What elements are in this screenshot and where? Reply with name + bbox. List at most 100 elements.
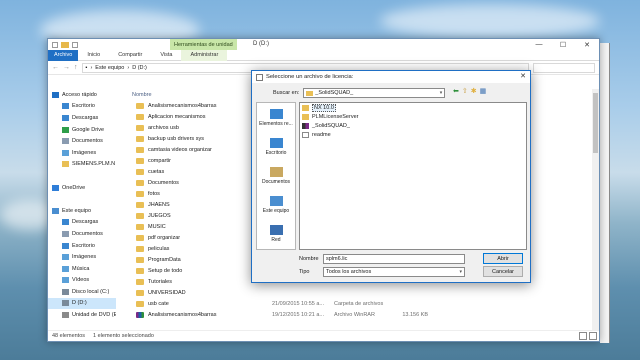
file-name: UNIVERSIDAD [148,290,186,297]
nav-item-label: Escritorio [72,242,95,249]
close-icon[interactable]: ✕ [520,72,526,80]
images-icon [62,254,69,261]
license-file-dialog: Seleccione un archivo de licencia: ✕ Bus… [251,70,531,283]
file-name-input[interactable]: splm6.lic [323,254,465,264]
nav-item[interactable]: Acceso rápido [48,89,116,101]
details-view-icon[interactable] [579,332,587,340]
tab-compartir[interactable]: Compartir [109,50,151,61]
file-name: pdf organizar [148,235,181,242]
place-label: Red [271,236,281,243]
dialog-list-item[interactable]: PLMLicenseServer [300,112,526,121]
nav-item [48,193,116,205]
forward-arrow-icon[interactable]: → [63,64,70,71]
drive-icon [62,288,69,295]
dialog-item-label: readme [312,131,331,138]
download-icon [62,114,69,121]
drive-tools-context-tab[interactable]: Herramientas de unidad [170,39,237,50]
up-folder-icon[interactable]: ⇧ [462,88,468,96]
save-icon[interactable] [52,41,58,48]
nav-item[interactable]: OneDrive [48,182,116,194]
place-desktop[interactable]: Escritorio [257,132,295,161]
item-count: 48 elementos [52,333,86,339]
network-icon [269,224,283,235]
nav-item[interactable]: Imágenes [48,147,116,159]
look-in-select[interactable]: _SolidSQUAD_ ▾ [303,88,446,98]
onedrive-icon [52,184,59,191]
file-row[interactable]: UNIVERSIDAD [128,288,598,299]
recent-icon [269,108,283,119]
chevron-down-icon: ▾ [439,90,443,96]
folder-icon [136,157,144,164]
tab-archivo[interactable]: Archivo [48,49,79,61]
place-documents[interactable]: Documentos [257,161,295,190]
nav-item-label: Escritorio [72,103,95,110]
up-arrow-icon[interactable]: ↑ [74,64,78,71]
computer-icon: ▪ [85,64,88,71]
back-arrow-icon[interactable]: ⬅ [453,88,459,96]
folder-icon [136,201,144,208]
cancel-button[interactable]: Cancelar [483,266,523,277]
file-name: fotos [148,190,160,197]
view-menu-icon[interactable]: ▦ [480,88,487,96]
dialog-list-item[interactable]: _SolidSQUAD_ [300,121,526,130]
file-date: 21/09/2015 10:55 a... [272,301,324,308]
open-button[interactable]: Abrir [483,253,523,264]
nav-item[interactable]: Escritorio [48,101,116,113]
file-row[interactable]: Analisismecanismos4barras 19/12/2015 10:2… [128,310,598,321]
nav-item[interactable]: Descargas [48,112,116,124]
dialog-list-item[interactable]: readme [300,130,526,139]
place-network[interactable]: Red [257,219,295,248]
nav-item[interactable]: Documentos [48,135,116,147]
nav-item[interactable]: Imágenes [48,251,116,263]
folder-icon [62,161,69,168]
navigation-pane: Acceso rápido Escritorio Descargas Google D… [48,89,116,323]
minimize-icon[interactable]: — [527,39,551,50]
dialog-titlebar: Seleccione un archivo de licencia: [252,71,530,83]
view-toggle [579,332,597,340]
dialog-item-label: _SolidSQUAD_ [312,122,350,129]
dialog-list-item[interactable]: NX 10.0 [300,103,526,112]
nav-item[interactable]: SIEMENS.PLM.N [48,159,116,171]
breadcrumb-este-equipo[interactable]: Este equipo [95,65,124,71]
file-name: camtasia videos organizar [148,146,212,153]
large-icons-view-icon[interactable] [589,332,597,340]
folder-icon[interactable] [61,41,69,48]
nav-item-label: Música [72,265,90,272]
nav-item[interactable]: Este equipo [48,205,116,217]
tab-vista[interactable]: Vista [151,50,181,61]
nav-item[interactable]: Descargas [48,217,116,229]
dialog-title: Seleccione un archivo de licencia: [266,74,354,80]
nav-item-label: Este equipo [62,207,92,214]
file-row[interactable]: usb cate 21/09/2015 10:55 a... Carpeta de … [128,299,598,310]
window-title: D (D:) [253,41,269,47]
explorer-scrollbar[interactable] [592,89,599,332]
close-icon[interactable]: ✕ [575,39,599,50]
nav-item[interactable]: Disco local (C:) [48,286,116,298]
status-bar: 48 elementos 1 elemento seleccionado [48,330,599,341]
properties-icon[interactable] [72,41,78,48]
back-arrow-icon[interactable]: ← [52,64,59,71]
new-folder-icon[interactable]: ✱ [471,88,477,96]
nav-item[interactable]: Google Drive [48,124,116,136]
breadcrumb-separator: › [127,64,130,71]
maximize-icon[interactable]: ☐ [551,39,575,50]
nav-item[interactable]: Vídeos [48,275,116,287]
nav-item[interactable]: Unidad de DVD (E [48,309,116,321]
file-name: usb cate [148,301,169,308]
dialog-item-label: PLMLicenseServer [312,113,359,120]
nav-item[interactable]: D (D:) [48,297,116,310]
file-name: Tutoriales [148,279,172,286]
nav-item[interactable]: Música [48,263,116,275]
folder-icon [136,124,144,131]
tab-administrar[interactable]: Administrar [181,49,228,61]
file-row[interactable]: Aplicacion mecanismos24/03/2015 5:21 a..… [128,321,598,323]
nav-item[interactable]: Escritorio [48,240,116,252]
file-type-select[interactable]: Todos los archivos ▾ [323,267,465,277]
search-input[interactable] [533,62,595,73]
place-recent[interactable]: Elementos re... [257,103,295,132]
folder-icon [136,168,144,175]
breadcrumb-drive-d[interactable]: D (D:) [132,65,147,71]
nav-item[interactable]: Documentos [48,228,116,240]
place-computer[interactable]: Este equipo [257,190,295,219]
tab-inicio[interactable]: Inicio [78,50,109,61]
